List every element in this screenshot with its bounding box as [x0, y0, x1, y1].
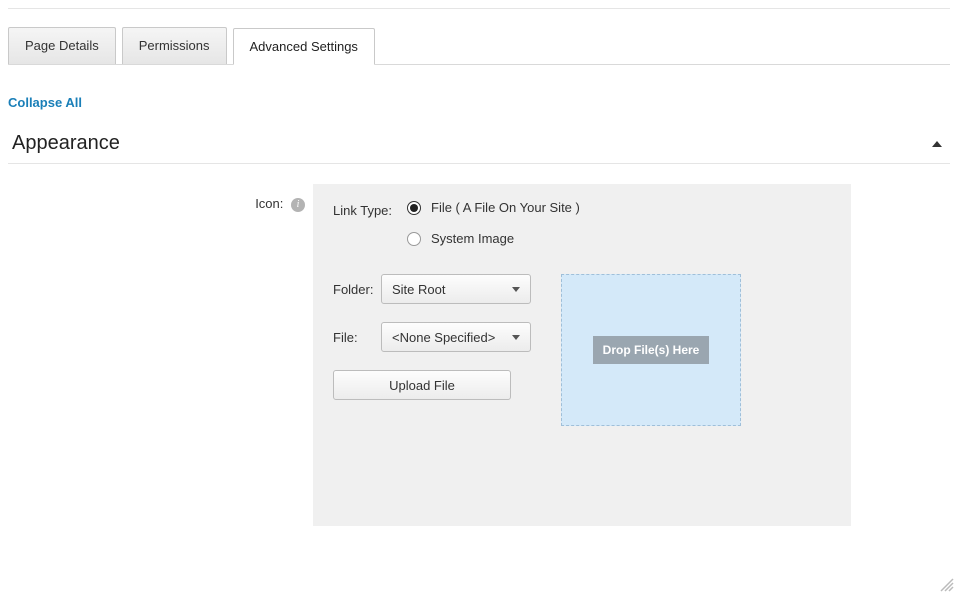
file-dropdown[interactable]: <None Specified>	[381, 322, 531, 352]
tab-page-details[interactable]: Page Details	[8, 27, 116, 64]
dropzone-label: Drop File(s) Here	[593, 336, 710, 364]
radio-system-image-input[interactable]	[407, 232, 421, 246]
collapse-all-link[interactable]: Collapse All	[8, 95, 82, 110]
folder-dropdown[interactable]: Site Root	[381, 274, 531, 304]
caret-down-icon	[512, 335, 520, 340]
link-type-radio-group: File ( A File On Your Site ) System Imag…	[407, 200, 580, 246]
folder-label: Folder:	[333, 282, 381, 297]
icon-label-col: Icon: i	[8, 184, 313, 526]
file-dropzone[interactable]: Drop File(s) Here	[561, 274, 741, 426]
folder-dropdown-value: Site Root	[392, 282, 445, 297]
radio-file-input[interactable]	[407, 201, 421, 215]
radio-file-label: File ( A File On Your Site )	[431, 200, 580, 215]
radio-system-image-label: System Image	[431, 231, 514, 246]
icon-panel: Link Type: File ( A File On Your Site ) …	[313, 184, 851, 526]
tab-advanced-settings[interactable]: Advanced Settings	[233, 28, 375, 65]
chevron-up-icon	[932, 141, 942, 147]
upload-file-button[interactable]: Upload File	[333, 370, 511, 400]
tab-bar: Page Details Permissions Advanced Settin…	[8, 27, 950, 65]
link-type-label: Link Type:	[333, 200, 407, 218]
caret-down-icon	[512, 287, 520, 292]
section-header-appearance[interactable]: Appearance	[8, 126, 950, 164]
radio-file[interactable]: File ( A File On Your Site )	[407, 200, 580, 215]
top-divider	[8, 8, 950, 9]
appearance-form: Icon: i Link Type: File ( A File On Your…	[8, 184, 950, 526]
resize-grip-icon[interactable]	[938, 576, 954, 592]
section-title: Appearance	[8, 132, 120, 155]
tab-permissions[interactable]: Permissions	[122, 27, 227, 64]
info-icon[interactable]: i	[291, 198, 305, 212]
file-dropdown-value: <None Specified>	[392, 330, 495, 345]
icon-label: Icon:	[255, 196, 283, 211]
file-label: File:	[333, 330, 381, 345]
radio-system-image[interactable]: System Image	[407, 231, 580, 246]
